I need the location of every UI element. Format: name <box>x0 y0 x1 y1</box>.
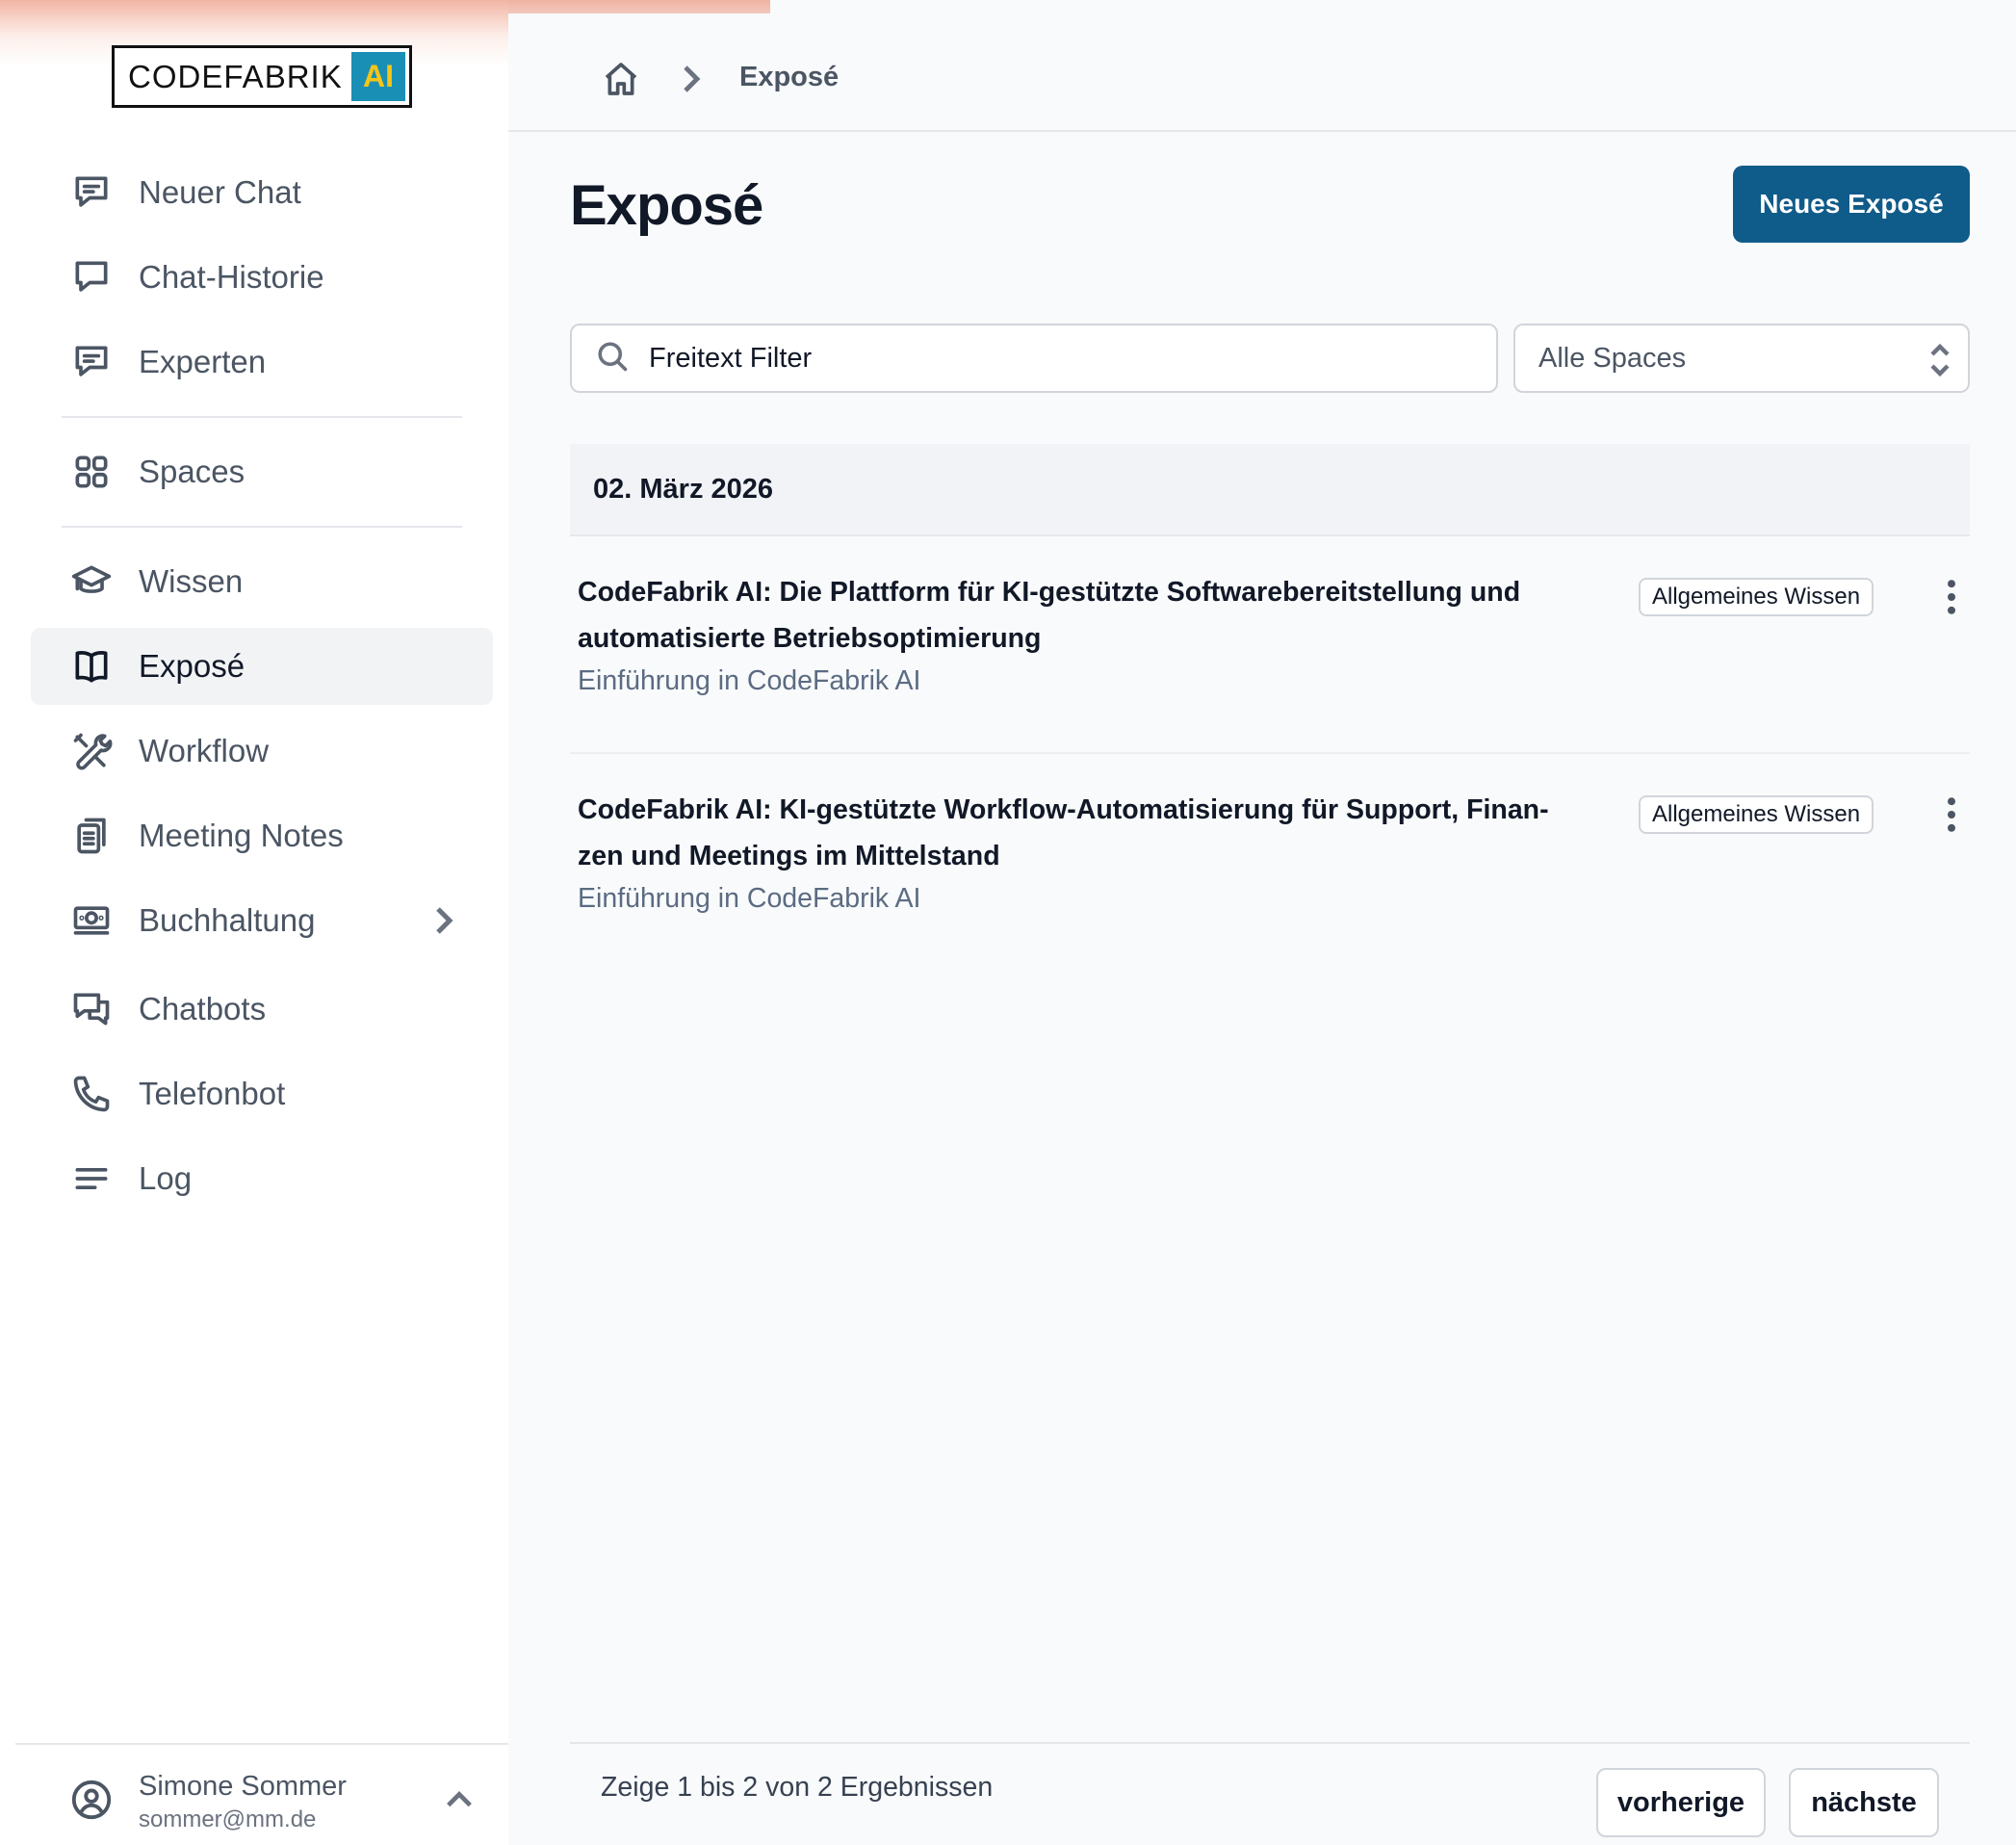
logo-ai-badge: AI <box>351 52 405 101</box>
sidebar-item-workflow[interactable]: Workflow <box>31 713 493 790</box>
chevron-right-icon <box>678 64 705 99</box>
search-icon <box>595 339 630 378</box>
sidebar-item-label: Meeting Notes <box>139 818 344 853</box>
entry-subtitle: Einführung in CodeFabrik AI <box>578 665 921 696</box>
chevron-right-icon[interactable] <box>429 905 458 936</box>
space-badge: Allgemeines Wissen <box>1639 578 1874 616</box>
more-vertical-icon[interactable] <box>1937 793 1966 837</box>
menu-lines-icon <box>69 1156 114 1201</box>
entry-title[interactable]: CodeFabrik AI: KI-gestützte Workflow-Aut… <box>578 787 1579 879</box>
home-icon[interactable] <box>602 60 640 98</box>
sidebar-item-label: Neuer Chat <box>139 174 301 210</box>
sidebar-item-wissen[interactable]: Wissen <box>31 543 493 620</box>
sidebar-item-label: Workflow <box>139 733 270 768</box>
open-book-icon <box>69 644 114 689</box>
user-name: Simone Sommer <box>139 1770 347 1802</box>
breadcrumb: Exposé <box>508 13 2016 132</box>
entry-title[interactable]: CodeFabrik AI: Die Plattform für KI-gest… <box>578 569 1579 662</box>
sidebar-item-chatbots[interactable]: Chatbots <box>31 971 493 1048</box>
grid-squares-icon <box>69 450 114 494</box>
wrench-screwdriver-icon <box>69 729 114 773</box>
user-menu[interactable]: Simone Sommer sommer@mm.de <box>69 1768 474 1835</box>
pagination-divider <box>570 1742 1970 1744</box>
sidebar-item-label: Telefonbot <box>139 1076 286 1111</box>
date-group-header: 02. März 2026 <box>570 444 1970 536</box>
user-info: Simone Sommer sommer@mm.de <box>139 1771 347 1833</box>
chat-bubble-lines-icon <box>69 170 114 215</box>
banknotes-icon <box>69 898 114 943</box>
chevron-up-icon[interactable] <box>445 1785 474 1819</box>
sidebar-item-expose[interactable]: Exposé <box>31 628 493 705</box>
sidebar-item-label: Log <box>139 1160 193 1196</box>
list-item[interactable]: CodeFabrik AI: Die Plattform für KI-gest… <box>570 536 1970 754</box>
next-page-button[interactable]: nächste <box>1789 1768 1939 1837</box>
user-divider <box>15 1743 508 1745</box>
sidebar-item-label: Exposé <box>139 648 246 684</box>
space-select[interactable]: Alle Spaces <box>1513 324 1970 393</box>
nav-divider <box>62 526 462 528</box>
logo-text: CODEFABRIK <box>128 58 343 94</box>
sidebar-item-experten[interactable]: Experten <box>31 324 493 401</box>
search-field[interactable] <box>570 324 1498 393</box>
sidebar-item-chat-historie[interactable]: Chat-Historie <box>31 239 493 316</box>
page-title: Exposé <box>570 174 763 237</box>
space-select-value: Alle Spaces <box>1538 342 1687 374</box>
sidebar-item-spaces[interactable]: Spaces <box>31 433 493 510</box>
result-count: Zeige 1 bis 2 von 2 Ergebnissen <box>601 1772 994 1803</box>
chat-bubble-icon <box>69 255 114 299</box>
sidebar-item-label: Experten <box>139 344 267 379</box>
breadcrumb-current[interactable]: Exposé <box>739 62 839 93</box>
list-item[interactable]: CodeFabrik AI: KI-gestützte Workflow-Aut… <box>570 754 1970 972</box>
clipboard-icon <box>69 814 114 858</box>
sidebar-item-log[interactable]: Log <box>31 1140 493 1217</box>
sidebar-item-neuer-chat[interactable]: Neuer Chat <box>31 154 493 231</box>
more-vertical-icon[interactable] <box>1937 575 1966 619</box>
sidebar-item-label: Buchhaltung <box>139 902 316 938</box>
previous-page-button[interactable]: vorherige <box>1596 1768 1766 1837</box>
entry-subtitle: Einführung in CodeFabrik AI <box>578 883 921 914</box>
chevron-up-down-icon <box>1927 343 1952 382</box>
graduation-cap-icon <box>69 559 114 604</box>
app-root: CODEFABRIK AI Neuer Chat Chat-Historie E… <box>0 0 2016 1845</box>
sidebar: CODEFABRIK AI Neuer Chat Chat-Historie E… <box>0 0 770 1845</box>
brand-logo[interactable]: CODEFABRIK AI <box>112 45 412 108</box>
sidebar-item-buchhaltung[interactable]: Buchhaltung <box>31 882 493 959</box>
sidebar-item-meeting-notes[interactable]: Meeting Notes <box>31 797 493 874</box>
user-email: sommer@mm.de <box>139 1806 317 1832</box>
sidebar-item-label: Spaces <box>139 454 246 489</box>
space-badge: Allgemeines Wissen <box>1639 795 1874 834</box>
chat-bubble-lines-icon <box>69 340 114 384</box>
chat-bubbles-icon <box>69 987 114 1031</box>
phone-icon <box>69 1072 114 1116</box>
sidebar-item-label: Chat-Historie <box>139 259 324 295</box>
sidebar-item-label: Chatbots <box>139 991 267 1026</box>
new-expose-button[interactable]: Neues Exposé <box>1733 166 1970 243</box>
sidebar-item-telefonbot[interactable]: Telefonbot <box>31 1055 493 1132</box>
nav-divider <box>62 416 462 418</box>
sidebar-item-label: Wissen <box>139 563 244 599</box>
search-input[interactable] <box>649 342 1477 375</box>
user-circle-icon <box>69 1778 114 1827</box>
